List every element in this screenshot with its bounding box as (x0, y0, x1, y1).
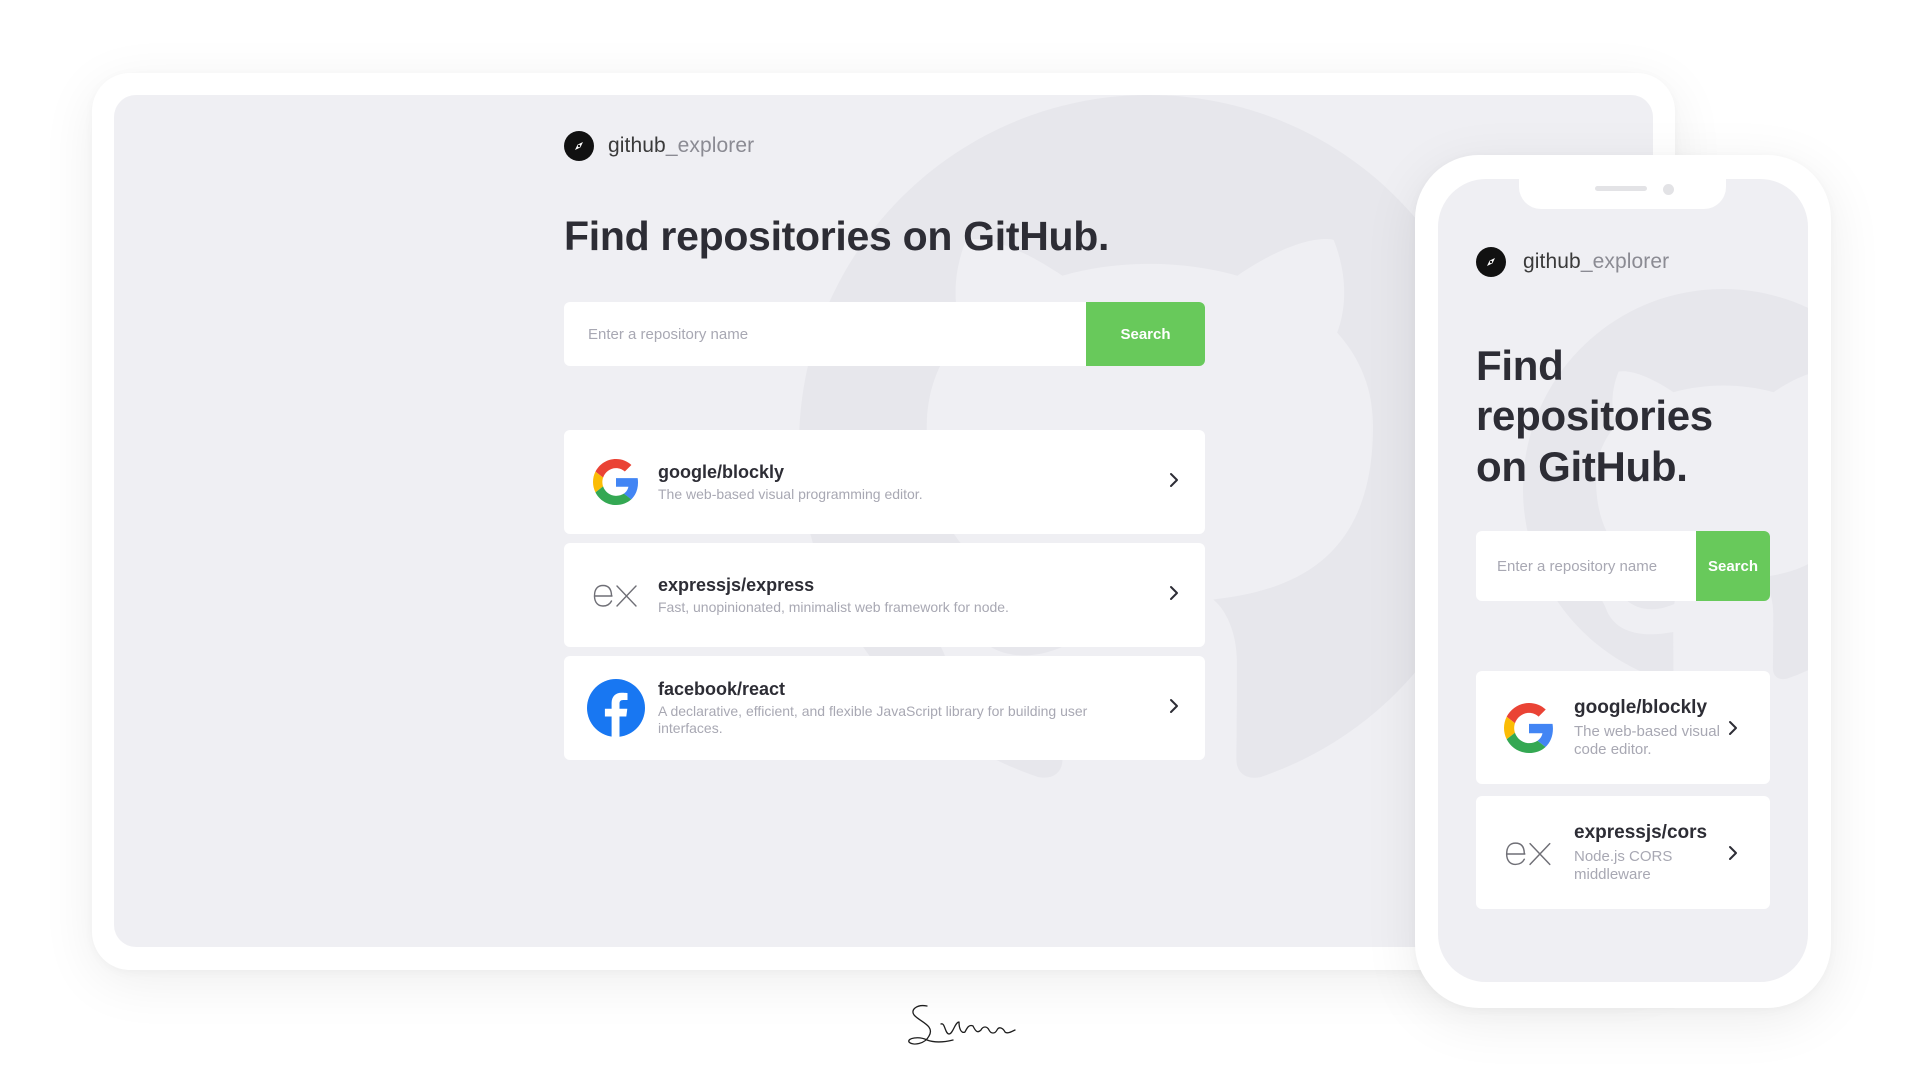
page-title: Find repositories on GitHub. (1476, 342, 1713, 490)
repository-card[interactable]: expressjs/cors Node.js CORS middleware (1476, 796, 1770, 909)
search-button[interactable]: Search (1086, 302, 1205, 366)
brand[interactable]: github_explorer (1476, 247, 1669, 277)
repository-description: Node.js CORS middleware (1574, 847, 1673, 883)
repository-card[interactable]: expressjs/express Fast, unopinionated, m… (564, 543, 1205, 647)
brand-name-primary: github (608, 134, 666, 157)
repository-name: expressjs/express (658, 574, 815, 595)
google-logo-icon (1502, 701, 1556, 755)
chevron-right-icon (1728, 720, 1738, 736)
repository-search-input[interactable] (1476, 531, 1696, 601)
repository-description: A declarative, efficient, and flexible J… (658, 703, 1088, 736)
repository-list: google/blockly The web-based visual code… (1476, 671, 1770, 921)
brand[interactable]: github_explorer (564, 131, 754, 161)
repository-name: google/blockly (658, 461, 785, 482)
repository-name: facebook/react (658, 679, 786, 700)
repository-description: The web-based visual programming editor. (658, 485, 923, 502)
compass-icon (564, 131, 594, 161)
chevron-right-icon (1169, 585, 1179, 601)
repository-name: expressjs/cors (1574, 821, 1708, 843)
phone-camera (1663, 184, 1674, 195)
search-form: Search (564, 302, 1205, 366)
repository-card[interactable]: google/blockly The web-based visual code… (1476, 671, 1770, 784)
repository-info: facebook/react A declarative, efficient,… (658, 679, 1149, 737)
author-signature (908, 1004, 1016, 1045)
brand-name: github_explorer (608, 134, 754, 158)
repository-info: google/blockly The web-based visual code… (1574, 697, 1734, 759)
page-title: Find repositories on GitHub. (564, 213, 1110, 259)
phone-notch (1519, 179, 1726, 209)
repository-info: expressjs/express Fast, unopinionated, m… (658, 575, 1009, 616)
search-form: Search (1476, 531, 1770, 601)
express-logo-icon (1502, 826, 1556, 880)
compass-icon (1476, 247, 1506, 277)
search-button[interactable]: Search (1696, 531, 1770, 601)
google-logo-icon (586, 452, 646, 512)
brand-name-primary: github (1523, 250, 1581, 273)
repository-info: google/blockly The web-based visual prog… (658, 462, 923, 503)
repository-card[interactable]: google/blockly The web-based visual prog… (564, 430, 1205, 534)
repository-description: The web-based visual code editor. (1574, 722, 1720, 758)
chevron-right-icon (1169, 472, 1179, 488)
repository-card[interactable]: facebook/react A declarative, efficient,… (564, 656, 1205, 760)
chevron-right-icon (1169, 698, 1179, 714)
brand-name: github_explorer (1523, 250, 1669, 274)
brand-name-suffix: _explorer (665, 134, 755, 157)
express-logo-icon (586, 565, 646, 625)
repository-list: google/blockly The web-based visual prog… (564, 430, 1205, 769)
repository-search-input[interactable] (564, 302, 1086, 366)
repository-info: expressjs/cors Node.js CORS middleware (1574, 822, 1734, 884)
phone-speaker (1595, 186, 1647, 191)
brand-name-suffix: _explorer (1580, 250, 1670, 273)
chevron-right-icon (1728, 845, 1738, 861)
facebook-logo-icon (586, 678, 646, 738)
repository-description: Fast, unopinionated, minimalist web fram… (658, 598, 1009, 615)
repository-name: google/blockly (1574, 696, 1708, 718)
